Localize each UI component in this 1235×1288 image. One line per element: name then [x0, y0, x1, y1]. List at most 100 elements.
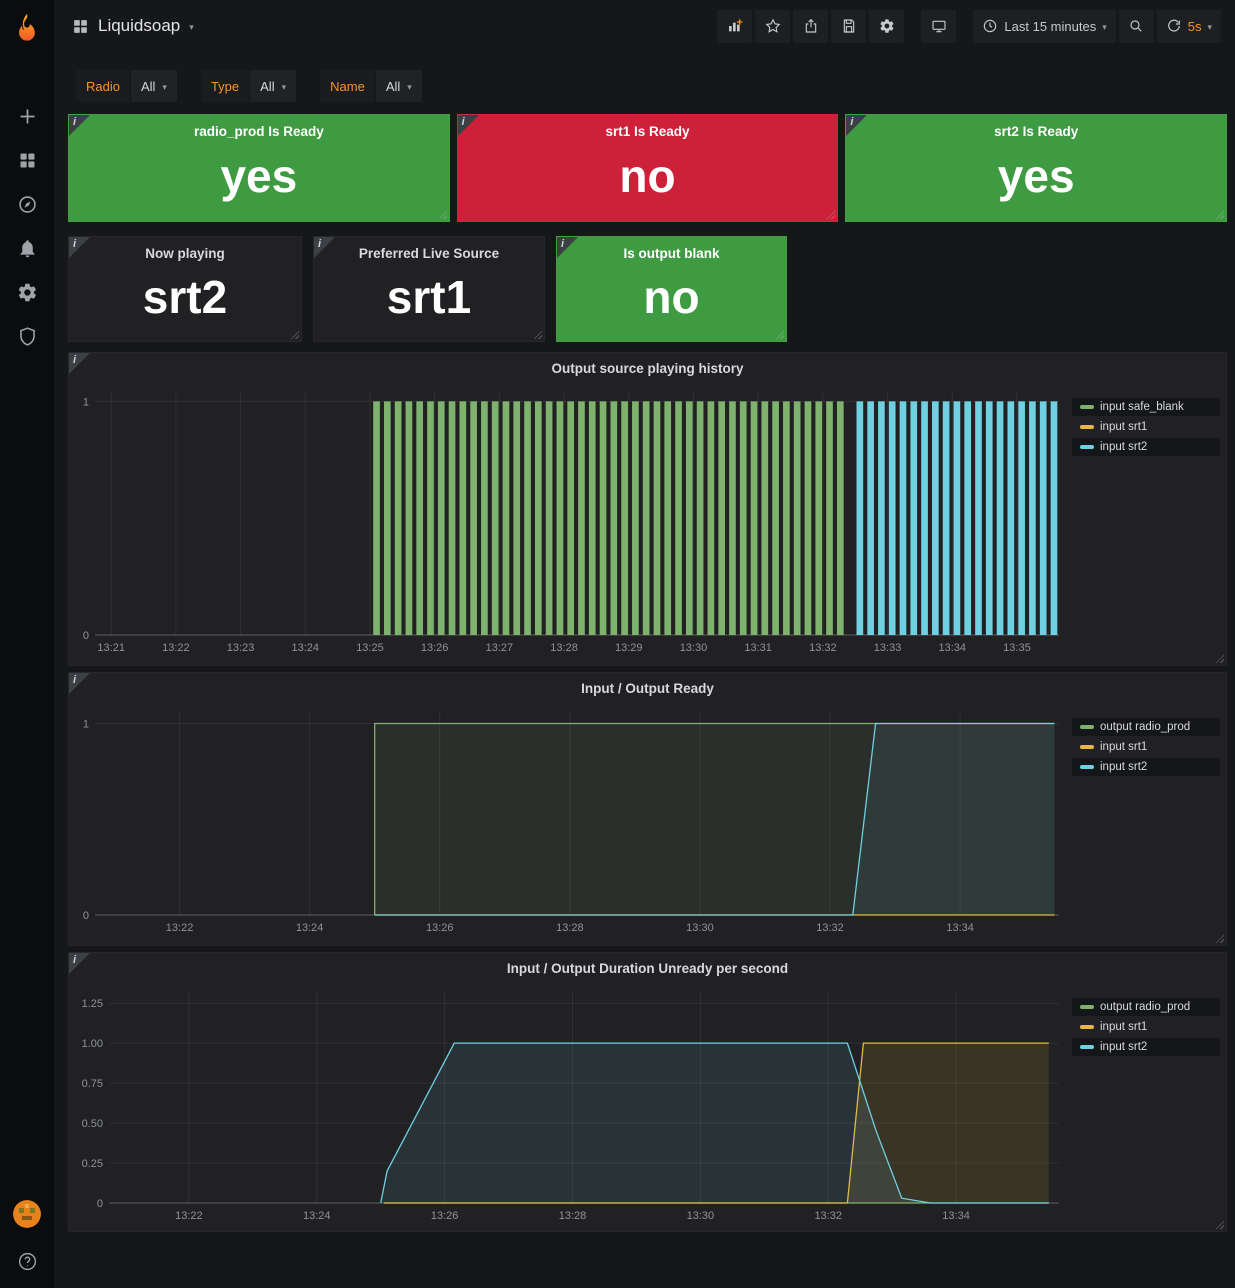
filter-value-dropdown[interactable]: All ▾ — [130, 70, 177, 102]
stat-title[interactable]: srt1 Is Ready — [605, 124, 689, 139]
stat-title[interactable]: srt2 Is Ready — [994, 124, 1078, 139]
chart-plot-duration-unready[interactable]: 13:22 13:24 13:26 13:28 13:30 13:32 13:34 0 0.25… — [75, 985, 1065, 1225]
caret-down-icon: ▾ — [1102, 21, 1107, 32]
stat-panel-now-playing: i Now playing srt2 — [68, 236, 302, 342]
add-panel-icon — [728, 19, 743, 32]
panel-info-icon[interactable]: i — [846, 115, 868, 136]
svg-text:1: 1 — [83, 718, 89, 730]
panel-info-icon[interactable]: i — [557, 237, 578, 258]
zoom-out-button[interactable] — [1118, 9, 1154, 43]
stat-value: yes — [220, 150, 298, 202]
time-range-picker[interactable]: Last 15 minutes ▾ — [973, 9, 1116, 43]
grafana-dashboard: Liquidsoap ▾ Last 15 minutes ▾ 5s ▾ Radi… — [0, 0, 1235, 1288]
sidebar-item-explore[interactable] — [0, 182, 54, 226]
stat-panel-preferred-live-source: i Preferred Live Source srt1 — [313, 236, 545, 342]
filter-type: Type All ▾ — [200, 70, 297, 102]
svg-text:13:23: 13:23 — [227, 642, 255, 654]
svg-text:13:24: 13:24 — [303, 1210, 331, 1222]
svg-text:13:30: 13:30 — [687, 1210, 715, 1222]
svg-text:13:30: 13:30 — [680, 642, 708, 654]
legend-item[interactable]: input srt2 — [1072, 1038, 1220, 1056]
panel-info-icon[interactable]: i — [457, 115, 479, 136]
stat-panel-srt2-is-ready: i srt2 Is Ready yes — [845, 114, 1228, 222]
magnifier-icon — [1130, 20, 1142, 32]
time-range-label: Last 15 minutes — [1004, 18, 1097, 34]
share-button[interactable] — [793, 9, 829, 43]
chart-legend: output radio_prodinput srt1 input srt2 — [1072, 997, 1220, 1057]
legend-series-swatch — [1080, 425, 1094, 429]
panel-info-icon[interactable]: i — [69, 353, 90, 374]
panel-info-icon[interactable]: i — [69, 237, 90, 258]
stat-value: yes — [997, 150, 1075, 202]
svg-text:13:31: 13:31 — [744, 642, 772, 654]
grafana-logo-icon[interactable] — [0, 0, 54, 54]
stat-title[interactable]: radio_prod Is Ready — [194, 124, 324, 139]
chart-plot-playing-history[interactable]: 13:21 13:22 13:23 13:24 13:25 13:26 13:27 13:28… — [75, 385, 1065, 657]
add-panel-button[interactable] — [717, 9, 753, 43]
legend-series-swatch — [1080, 725, 1094, 729]
panel-info-icon[interactable]: i — [69, 115, 90, 136]
legend-series-label: input safe_blank — [1100, 401, 1184, 413]
user-avatar[interactable] — [13, 1200, 41, 1228]
panel-title[interactable]: Output source playing history — [69, 353, 1226, 385]
svg-text:13:34: 13:34 — [946, 922, 974, 934]
sidebar-item-help[interactable] — [0, 1244, 54, 1278]
filter-value-dropdown[interactable]: All ▾ — [375, 70, 422, 102]
star-button[interactable] — [755, 9, 791, 43]
legend-item[interactable]: input safe_blank — [1072, 398, 1220, 416]
panel-title[interactable]: Input / Output Duration Unready per seco… — [69, 953, 1226, 985]
sidebar-item-dashboards[interactable] — [0, 138, 54, 182]
svg-text:13:24: 13:24 — [296, 922, 324, 934]
stat-title[interactable]: Preferred Live Source — [359, 246, 499, 261]
filter-name: Name All ▾ — [320, 70, 422, 102]
svg-text:13:27: 13:27 — [486, 642, 514, 654]
chart-plot-io-ready[interactable]: 13:22 13:24 13:26 13:28 13:30 13:32 13:34 0 1 — [75, 705, 1065, 937]
sidebar-item-server-admin[interactable] — [0, 314, 54, 358]
stat-title[interactable]: Now playing — [145, 246, 225, 261]
panel-input-output-ready: i Input / Output Ready 13:22 13:24 13:26 13… — [68, 672, 1227, 946]
gear-icon — [880, 19, 894, 33]
refresh-button[interactable]: 5s ▾ — [1156, 9, 1221, 43]
legend-series-label: output radio_prod — [1100, 721, 1191, 733]
legend-series-swatch — [1080, 445, 1094, 449]
stat-title[interactable]: Is output blank — [624, 246, 720, 261]
save-button[interactable] — [831, 9, 867, 43]
stats-row-2: i Now playing srt2 i Preferred Live Sour… — [68, 236, 787, 342]
dashboard-settings-button[interactable] — [869, 9, 905, 43]
dashboard-title: Liquidsoap — [98, 16, 181, 35]
legend-item[interactable]: input srt2 — [1072, 758, 1220, 776]
cycle-view-mode-button[interactable] — [921, 9, 957, 43]
svg-text:13:30: 13:30 — [686, 922, 714, 934]
svg-text:13:32: 13:32 — [816, 922, 844, 934]
legend-item[interactable]: input srt1 — [1072, 418, 1220, 436]
stat-value: no — [643, 271, 700, 323]
svg-text:13:28: 13:28 — [550, 642, 578, 654]
stat-panel-radio-prod-is-ready: i radio_prod Is Ready yes — [68, 114, 450, 222]
legend-item[interactable]: output radio_prod — [1072, 998, 1220, 1016]
panel-info-icon[interactable]: i — [314, 237, 335, 258]
svg-text:13:22: 13:22 — [175, 1210, 203, 1222]
panel-info-icon[interactable]: i — [69, 673, 90, 694]
legend-item[interactable]: input srt2 — [1072, 438, 1220, 456]
filter-label: Radio — [76, 70, 130, 102]
sidebar-item-configuration[interactable] — [0, 270, 54, 314]
legend-item[interactable]: output radio_prod — [1072, 718, 1220, 736]
svg-text:13:33: 13:33 — [874, 642, 902, 654]
legend-item[interactable]: input srt1 — [1072, 738, 1220, 756]
legend-series-label: input srt2 — [1100, 441, 1148, 453]
svg-text:13:26: 13:26 — [421, 642, 449, 654]
sidebar-item-create[interactable] — [0, 94, 54, 138]
legend-item[interactable]: input srt1 — [1072, 1018, 1220, 1036]
dashboard-picker[interactable]: Liquidsoap ▾ — [72, 16, 194, 36]
chart-legend: output radio_prodinput srt1 input srt2 — [1072, 717, 1220, 777]
caret-down-icon: ▾ — [281, 81, 287, 92]
legend-series-label: input srt1 — [1100, 741, 1148, 753]
sidebar-item-alerting[interactable] — [0, 226, 54, 270]
panel-info-icon[interactable]: i — [69, 953, 90, 974]
svg-text:13:26: 13:26 — [426, 922, 454, 934]
filter-value-dropdown[interactable]: All ▾ — [250, 70, 297, 102]
save-icon — [843, 19, 855, 33]
panel-title[interactable]: Input / Output Ready — [69, 673, 1226, 705]
svg-text:0: 0 — [97, 1198, 103, 1210]
clock-icon — [984, 19, 997, 33]
